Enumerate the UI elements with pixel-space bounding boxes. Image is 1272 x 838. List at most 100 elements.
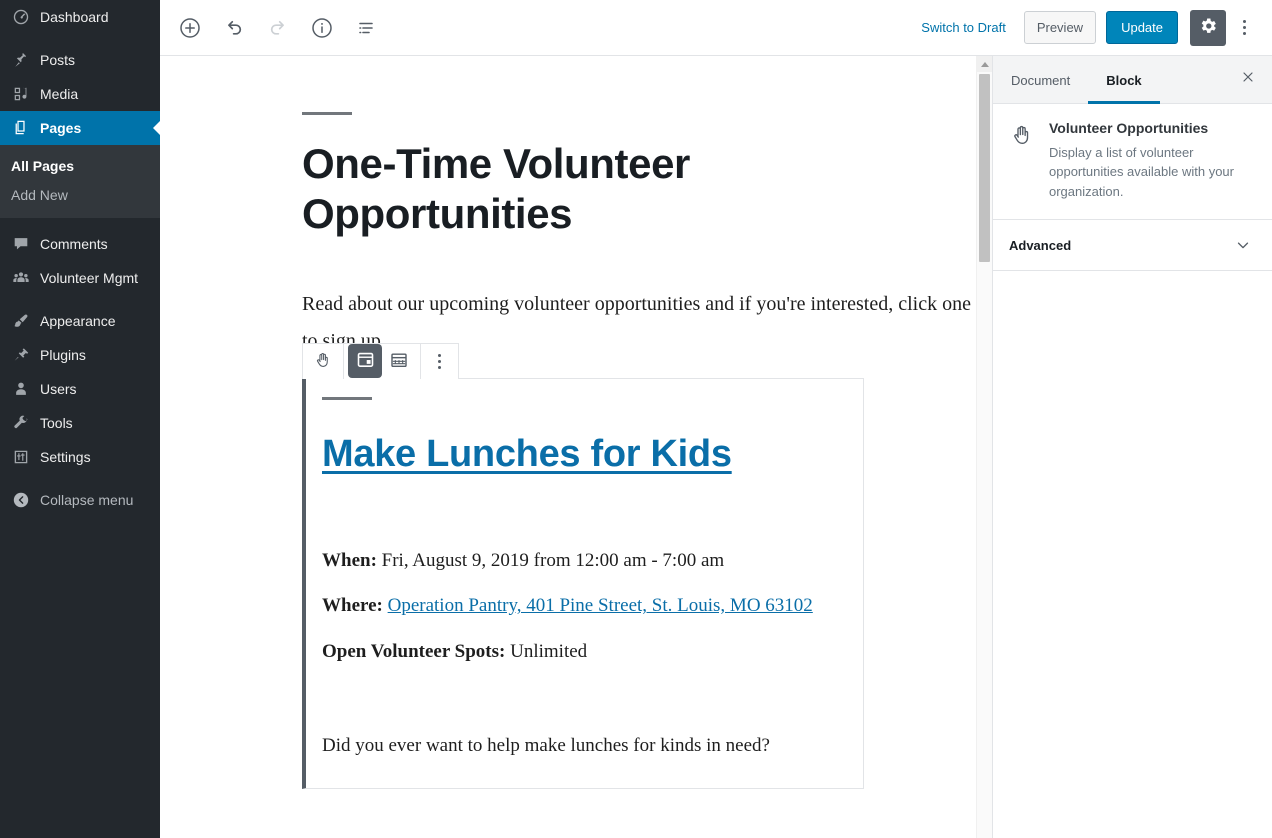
editor-header: Switch to Draft Preview Update (160, 0, 1272, 56)
collapse-menu-button[interactable]: Collapse menu (0, 483, 160, 517)
redo-button[interactable] (260, 10, 296, 46)
block-card-text: Volunteer Opportunities Display a list o… (1049, 120, 1252, 201)
content-info-button[interactable] (304, 10, 340, 46)
close-sidebar-button[interactable] (1224, 56, 1272, 103)
block-card-title: Volunteer Opportunities (1049, 120, 1209, 136)
sidebar-item-comments[interactable]: Comments (0, 227, 160, 261)
menu-separator (0, 295, 160, 304)
chevron-down-icon (1234, 236, 1252, 254)
sidebar-item-label: Pages (40, 120, 82, 136)
scrollbar-thumb[interactable] (979, 74, 990, 262)
sidebar-item-label: Tools (40, 414, 73, 431)
switch-to-draft-button[interactable]: Switch to Draft (909, 14, 1018, 41)
more-menu-button[interactable] (1228, 10, 1260, 46)
list-view-toggle[interactable] (348, 344, 382, 379)
ellipsis-vertical-icon (438, 353, 441, 369)
tab-document[interactable]: Document (993, 56, 1088, 104)
settings-toggle-button[interactable] (1190, 9, 1226, 46)
block-card-description: Display a list of volunteer opportunitie… (1049, 144, 1234, 199)
preview-button[interactable]: Preview (1023, 11, 1097, 44)
sidebar-item-tools[interactable]: Tools (0, 406, 160, 440)
sidebar-item-volunteer-mgmt[interactable]: Volunteer Mgmt (0, 261, 160, 295)
calendar-grid-icon (389, 350, 409, 373)
title-divider (302, 112, 352, 115)
user-icon (11, 379, 31, 399)
opportunity-where-line: Where: Operation Pantry, 401 Pine Street… (322, 588, 863, 624)
close-icon (1240, 69, 1256, 90)
gear-icon (1198, 16, 1218, 39)
comment-icon (11, 234, 31, 254)
pages-submenu: All Pages Add New (0, 145, 160, 218)
submenu-item-all-pages[interactable]: All Pages (0, 152, 160, 181)
sidebar-item-label: Appearance (40, 312, 116, 329)
editor-content-area: One-Time Volunteer Opportunities Read ab… (160, 56, 992, 838)
sidebar-item-label: Volunteer Mgmt (40, 269, 139, 286)
editor-canvas: One-Time Volunteer Opportunities Read ab… (302, 56, 990, 789)
editor-settings-sidebar: Document Block Volunteer Opportunities D… (992, 56, 1272, 838)
dashboard-icon (11, 7, 31, 27)
block-toolbar (302, 342, 459, 379)
sidebar-item-label: Media (40, 86, 79, 102)
when-label: When: (322, 550, 377, 572)
header-tools-group (160, 10, 384, 46)
sidebar-tabs: Document Block (993, 56, 1272, 104)
menu-separator (0, 34, 160, 43)
calendar-list-icon (355, 349, 376, 373)
update-button[interactable]: Update (1106, 11, 1178, 44)
collapse-menu-label: Collapse menu (40, 491, 134, 508)
sidebar-item-label: Users (40, 380, 77, 397)
media-icon (11, 84, 31, 104)
panel-advanced[interactable]: Advanced (993, 220, 1272, 272)
menu-separator (0, 218, 160, 227)
view-mode-group (343, 343, 420, 379)
opportunity-location-link[interactable]: Operation Pantry, 401 Pine Street, St. L… (388, 595, 813, 616)
sidebar-item-pages[interactable]: Pages (0, 111, 160, 145)
sidebar-item-label: Plugins (40, 346, 86, 363)
wordpress-block-editor: Dashboard Posts Media Pages All Pages Ad… (0, 0, 1272, 838)
undo-button[interactable] (216, 10, 252, 46)
wrench-icon (11, 413, 31, 433)
pin-icon (11, 50, 31, 70)
plugin-icon (11, 345, 31, 365)
spots-label: Open Volunteer Spots: (322, 640, 506, 662)
block-more-options-button[interactable] (420, 343, 458, 379)
opportunity-spots-line: Open Volunteer Spots: Unlimited (322, 634, 863, 670)
block-card: Volunteer Opportunities Display a list o… (993, 104, 1272, 221)
group-icon (11, 268, 31, 288)
sidebar-item-users[interactable]: Users (0, 372, 160, 406)
sidebar-item-media[interactable]: Media (0, 77, 160, 111)
editor-scroll-region: One-Time Volunteer Opportunities Read ab… (160, 56, 992, 838)
settings-icon (11, 447, 31, 467)
opportunity-description: Did you ever want to help make lunches f… (322, 734, 770, 756)
header-actions-group: Switch to Draft Preview Update (909, 9, 1272, 46)
submenu-item-add-new[interactable]: Add New (0, 181, 160, 210)
add-block-button[interactable] (172, 10, 208, 46)
content-scrollbar[interactable] (976, 56, 992, 838)
when-value: Fri, August 9, 2019 from 12:00 am - 7:00… (381, 550, 725, 572)
sidebar-item-label: Dashboard (40, 9, 109, 25)
block-type-button[interactable] (303, 343, 343, 379)
admin-sidebar: Dashboard Posts Media Pages All Pages Ad… (0, 0, 160, 838)
page-title[interactable]: One-Time Volunteer Opportunities (302, 139, 782, 240)
sidebar-item-appearance[interactable]: Appearance (0, 304, 160, 338)
sidebar-item-plugins[interactable]: Plugins (0, 338, 160, 372)
sidebar-item-settings[interactable]: Settings (0, 440, 160, 474)
tab-block[interactable]: Block (1088, 56, 1161, 104)
sidebar-item-posts[interactable]: Posts (0, 43, 160, 77)
ellipsis-vertical-icon (1242, 20, 1246, 35)
sidebar-item-label: Comments (40, 235, 108, 252)
opportunity-divider (322, 396, 372, 400)
sidebar-item-label: Settings (40, 448, 91, 465)
volunteer-opportunities-block[interactable]: Make Lunches for Kids When: Fri, August … (302, 342, 864, 789)
hand-icon (1009, 120, 1035, 201)
sidebar-item-label: Posts (40, 52, 76, 68)
block-navigation-button[interactable] (348, 10, 384, 46)
scroll-up-arrow-icon[interactable] (977, 56, 992, 72)
sidebar-item-dashboard[interactable]: Dashboard (0, 0, 160, 34)
opportunity-when-line: When: Fri, August 9, 2019 from 12:00 am … (322, 543, 863, 579)
pages-icon (11, 118, 31, 138)
hand-icon (313, 350, 333, 373)
panel-advanced-label: Advanced (1009, 237, 1072, 253)
opportunity-title-link[interactable]: Make Lunches for Kids (322, 432, 732, 478)
calendar-view-toggle[interactable] (382, 344, 416, 378)
